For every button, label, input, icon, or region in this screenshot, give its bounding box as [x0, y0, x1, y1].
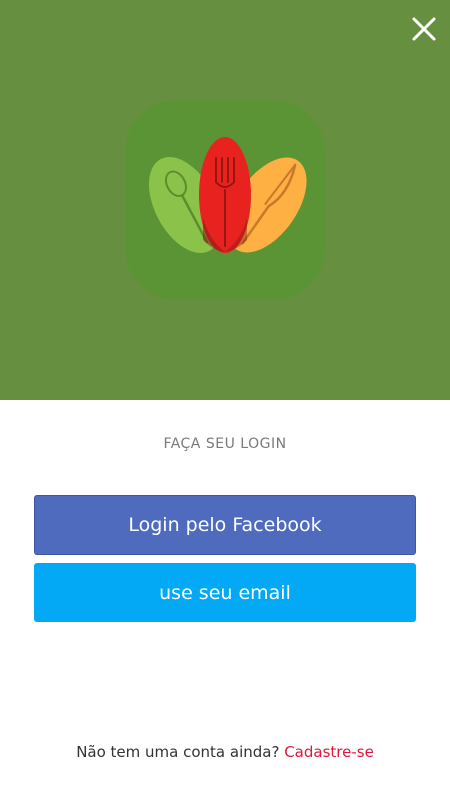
facebook-login-label: Login pelo Facebook [128, 514, 322, 536]
email-login-button[interactable]: use seu email [34, 563, 416, 622]
utensils-leaf-icon [148, 137, 307, 254]
signup-link[interactable]: Cadastre-se [284, 743, 374, 761]
signup-prompt-text: Não tem uma conta ainda? [76, 743, 285, 761]
close-button[interactable] [408, 13, 440, 45]
email-login-label: use seu email [159, 581, 291, 604]
close-icon[interactable] [408, 13, 440, 45]
login-title: FAÇA SEU LOGIN [163, 436, 287, 452]
hero-banner [0, 0, 450, 400]
facebook-login-button[interactable]: Login pelo Facebook [34, 495, 416, 555]
app-logo [125, 100, 325, 300]
signup-prompt-line: Não tem uma conta ainda? Cadastre-se [0, 743, 450, 761]
